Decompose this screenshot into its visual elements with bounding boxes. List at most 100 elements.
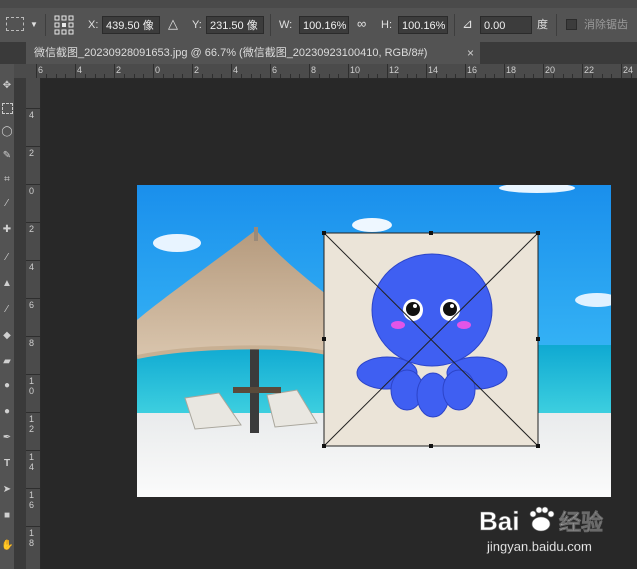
ruler-tick-mark xyxy=(192,64,193,78)
ruler-minor-tick xyxy=(55,74,57,78)
ruler-tick-label: 2 xyxy=(29,224,35,234)
healing-icon[interactable]: ✚ xyxy=(1,224,13,236)
height-field[interactable]: 100.16% xyxy=(398,16,448,34)
ruler-minor-tick xyxy=(523,74,525,78)
menu-bar-strip xyxy=(0,0,637,8)
marquee-icon[interactable] xyxy=(1,102,13,114)
link-aspect-icon[interactable]: ∞ xyxy=(357,16,366,32)
rotate-angle-field[interactable]: 0.00 xyxy=(480,16,532,34)
brush-icon[interactable]: ⁄ xyxy=(1,252,13,264)
ruler-tick-mark xyxy=(26,526,40,527)
ruler-tick-mark xyxy=(387,64,388,78)
ruler-tick-label: 1 0 xyxy=(29,376,35,396)
ruler-minor-tick xyxy=(65,74,67,78)
ruler-tick-label: 6 xyxy=(272,65,278,75)
ruler-tick-label: 8 xyxy=(311,65,317,75)
ruler-tick-mark xyxy=(26,336,40,337)
ruler-tick-mark xyxy=(426,64,427,78)
gradient-icon[interactable]: ▰ xyxy=(1,356,13,368)
type-icon[interactable]: T xyxy=(1,458,13,470)
ruler-minor-tick xyxy=(367,74,369,78)
ruler-tick-mark xyxy=(348,64,349,78)
ruler-minor-tick xyxy=(562,74,564,78)
ruler-tick-label: 22 xyxy=(584,65,595,75)
ruler-minor-tick xyxy=(572,74,574,78)
ruler-tick-mark xyxy=(504,64,505,78)
separator xyxy=(45,14,46,36)
ruler-tick-mark xyxy=(26,222,40,223)
x-position-field[interactable]: 439.50 像 xyxy=(102,16,160,34)
ruler-tick-mark xyxy=(270,64,271,78)
dodge-icon[interactable]: ● xyxy=(1,406,13,418)
ruler-tick-label: 8 xyxy=(29,338,35,348)
eraser-icon[interactable]: ◆ xyxy=(1,330,13,342)
ruler-minor-tick xyxy=(406,74,408,78)
path-select-icon[interactable]: ➤ xyxy=(1,484,13,496)
eyedropper-icon[interactable]: ⁄ xyxy=(1,198,13,210)
ruler-tick-mark xyxy=(153,64,154,78)
ruler-minor-tick xyxy=(377,74,379,78)
ruler-minor-tick xyxy=(445,74,447,78)
blur-icon[interactable]: ● xyxy=(1,380,13,392)
placed-layer[interactable] xyxy=(137,185,611,497)
ruler-tick-mark xyxy=(75,64,76,78)
document-tab[interactable]: 微信截图_20230928091653.jpg @ 66.7% (微信截图_20… xyxy=(26,42,480,64)
transform-tool-icon[interactable] xyxy=(6,17,24,31)
history-brush-icon[interactable]: ⁄ xyxy=(1,304,13,316)
ruler-minor-tick xyxy=(162,74,164,78)
relative-position-icon[interactable]: △ xyxy=(168,16,178,32)
ruler-minor-tick xyxy=(250,74,252,78)
x-label: X: xyxy=(88,19,99,31)
stamp-icon[interactable]: ▲ xyxy=(1,278,13,290)
ruler-tick-mark xyxy=(26,146,40,147)
ruler-tick-mark xyxy=(26,412,40,413)
rotate-angle-icon: ⊿ xyxy=(462,16,473,31)
close-tab-icon[interactable]: × xyxy=(467,42,474,64)
ruler-tick-label: 6 xyxy=(29,300,35,310)
ruler-tick-mark xyxy=(309,64,310,78)
horizontal-ruler[interactable]: 64202468101214161820222426 xyxy=(26,64,637,79)
ruler-minor-tick xyxy=(123,74,125,78)
reference-point-icon[interactable] xyxy=(54,15,74,35)
ruler-tick-mark xyxy=(26,108,40,109)
pen-icon[interactable]: ✒ xyxy=(1,432,13,444)
document-canvas[interactable] xyxy=(137,185,611,497)
ruler-tick-label: 4 xyxy=(29,262,35,272)
ruler-tick-label: 2 xyxy=(194,65,200,75)
crop-icon[interactable]: ⌗ xyxy=(1,174,13,186)
shape-icon[interactable]: ■ xyxy=(1,510,13,522)
y-position-field[interactable]: 231.50 像 xyxy=(206,16,264,34)
w-label: W: xyxy=(279,19,293,31)
ruler-minor-tick xyxy=(45,74,47,78)
watermark-url: jingyan.baidu.com xyxy=(486,539,592,554)
ruler-tick-label: 2 xyxy=(29,148,35,158)
baidu-jingyan-watermark: Bai 经验 jingyan.baidu.com xyxy=(455,492,625,558)
tool-preset-dropdown-icon[interactable]: ▼ xyxy=(30,17,38,33)
ruler-tick-mark xyxy=(231,64,232,78)
ruler-minor-tick xyxy=(211,74,213,78)
document-tab-title: 微信截图_20230928091653.jpg @ 66.7% (微信截图_20… xyxy=(34,47,428,59)
ruler-tick-mark xyxy=(26,488,40,489)
hand-icon[interactable]: ✋ xyxy=(1,540,13,552)
ruler-tick-label: 4 xyxy=(77,65,83,75)
ruler-tick-label: 12 xyxy=(389,65,400,75)
move-icon[interactable]: ✥ xyxy=(1,80,13,92)
ruler-minor-tick xyxy=(84,74,86,78)
quick-select-icon[interactable]: ✎ xyxy=(1,150,13,162)
ruler-tick-mark xyxy=(114,64,115,78)
width-field[interactable]: 100.16% xyxy=(299,16,349,34)
lasso-icon[interactable]: ◯ xyxy=(1,126,13,138)
ruler-tick-label: 20 xyxy=(545,65,556,75)
ruler-tick-label: 1 4 xyxy=(29,452,35,472)
antialias-checkbox[interactable] xyxy=(566,19,577,30)
ruler-tick-label: 10 xyxy=(350,65,361,75)
ruler-tick-label: 2 xyxy=(116,65,122,75)
tools-panel: ✥ ◯ ✎ ⌗ ⁄ ✚ ⁄ ▲ ⁄ ◆ ▰ ● ● ✒ T ➤ ■ ✋ xyxy=(0,64,15,569)
ruler-minor-tick xyxy=(94,74,96,78)
ruler-minor-tick xyxy=(260,74,262,78)
h-label: H: xyxy=(381,19,392,31)
ruler-minor-tick xyxy=(494,74,496,78)
ruler-tick-label: 18 xyxy=(506,65,517,75)
ruler-tick-mark xyxy=(26,184,40,185)
vertical-ruler[interactable]: 4 2 0 2 4 6 8 1 0 1 2 1 4 1 6 1 8 xyxy=(26,78,41,569)
